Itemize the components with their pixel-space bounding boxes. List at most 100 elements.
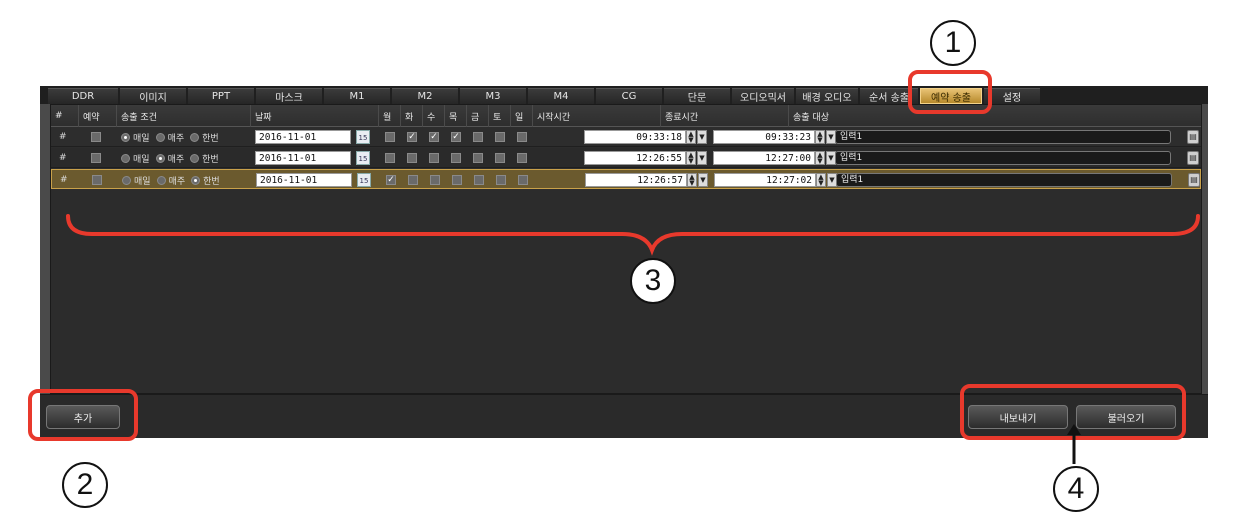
condition-radio-1[interactable] bbox=[155, 132, 165, 142]
start-time-field[interactable]: 12:26:57 bbox=[585, 173, 687, 187]
day-checkbox[interactable] bbox=[517, 127, 527, 147]
reserve-checkbox[interactable] bbox=[92, 170, 102, 190]
calendar-icon[interactable]: 15 bbox=[356, 151, 370, 165]
time-spinner-icon[interactable]: ▲ ▼ bbox=[687, 173, 697, 187]
table-row[interactable]: # 매일 매주 한번 2016-11-01 15 12:26:55 ▲ ▼ ▼ 12:2… bbox=[51, 148, 1201, 168]
date-field[interactable]: 2016-11-01 bbox=[256, 173, 352, 187]
target-field[interactable]: 입력1 bbox=[835, 130, 1171, 144]
end-time-field[interactable]: 12:27:02 bbox=[714, 173, 816, 187]
col-end-time[interactable]: 종료시간 bbox=[661, 105, 789, 127]
chevron-down-icon[interactable]: ▼ bbox=[697, 130, 707, 144]
day-checkbox[interactable] bbox=[407, 148, 417, 168]
day-checkbox[interactable] bbox=[518, 170, 528, 190]
day-checkbox[interactable] bbox=[496, 170, 506, 190]
target-field[interactable]: 입력1 bbox=[836, 173, 1172, 187]
tab-7[interactable]: M4 bbox=[528, 88, 594, 104]
tab-8[interactable]: CG bbox=[596, 88, 662, 104]
list-icon[interactable]: ▤ bbox=[1187, 130, 1199, 144]
day-checkbox[interactable] bbox=[452, 170, 462, 190]
condition-radio-2[interactable] bbox=[190, 132, 200, 142]
day-checkbox[interactable] bbox=[429, 148, 439, 168]
list-icon[interactable]: ▤ bbox=[1188, 173, 1200, 187]
tab-9[interactable]: 단문 bbox=[664, 88, 730, 104]
col-sat[interactable]: 토 bbox=[489, 105, 511, 127]
tab-0[interactable]: DDR bbox=[48, 88, 118, 104]
tab-4[interactable]: M1 bbox=[324, 88, 390, 104]
condition-radio-2[interactable] bbox=[190, 153, 200, 163]
condition-radio-0[interactable] bbox=[121, 153, 130, 163]
target-picker[interactable]: ▤ bbox=[1187, 148, 1199, 168]
table-row[interactable]: # 매일 매주 한번 2016-11-01 15 ✓ ✓ ✓ 09:33:18 ▲ ▼ ▼ … bbox=[51, 127, 1201, 147]
tab-5[interactable]: M2 bbox=[392, 88, 458, 104]
condition-radio-0[interactable] bbox=[121, 132, 130, 142]
col-fri[interactable]: 금 bbox=[467, 105, 489, 127]
tab-6[interactable]: M3 bbox=[460, 88, 526, 104]
time-spinner-icon[interactable]: ▲ ▼ bbox=[686, 151, 696, 165]
day-checkbox[interactable] bbox=[385, 127, 395, 147]
col-mon[interactable]: 월 bbox=[379, 105, 401, 127]
arrow-up-icon bbox=[1067, 424, 1081, 464]
day-checkbox[interactable] bbox=[517, 148, 527, 168]
day-checkbox[interactable] bbox=[474, 170, 484, 190]
reserve-checkbox[interactable] bbox=[91, 148, 101, 168]
day-checkbox[interactable] bbox=[473, 148, 483, 168]
tab-2[interactable]: PPT bbox=[188, 88, 254, 104]
day-checkbox[interactable] bbox=[430, 170, 440, 190]
date-field[interactable]: 2016-11-01 bbox=[255, 151, 351, 165]
reserve-checkbox[interactable] bbox=[91, 127, 101, 147]
target-field[interactable]: 입력1 bbox=[835, 151, 1171, 165]
col-num[interactable]: # bbox=[51, 105, 79, 127]
target-cell: 입력1 bbox=[835, 148, 1171, 168]
col-target[interactable]: 송출 대상 bbox=[789, 105, 1203, 127]
date-cell: 2016-11-01 15 bbox=[256, 170, 371, 190]
time-spinner-icon[interactable]: ▲ ▼ bbox=[816, 173, 826, 187]
end-time-field[interactable]: 12:27:00 bbox=[713, 151, 815, 165]
condition-radio-1[interactable] bbox=[156, 175, 166, 185]
col-start-time[interactable]: 시작시간 bbox=[533, 105, 661, 127]
calendar-icon[interactable]: 15 bbox=[357, 173, 371, 187]
tab-1[interactable]: 이미지 bbox=[120, 88, 186, 104]
date-field[interactable]: 2016-11-01 bbox=[255, 130, 351, 144]
day-checkbox[interactable] bbox=[385, 148, 395, 168]
col-thu[interactable]: 목 bbox=[445, 105, 467, 127]
col-tue[interactable]: 화 bbox=[401, 105, 423, 127]
condition-radio-2[interactable] bbox=[191, 175, 201, 185]
start-time-field[interactable]: 09:33:18 bbox=[584, 130, 686, 144]
target-picker[interactable]: ▤ bbox=[1187, 127, 1199, 147]
calendar-icon[interactable]: 15 bbox=[356, 130, 370, 144]
day-checkbox[interactable] bbox=[451, 148, 461, 168]
tab-3[interactable]: 마스크 bbox=[256, 88, 322, 104]
date-cell: 2016-11-01 15 bbox=[255, 148, 370, 168]
day-checkbox[interactable]: ✓ bbox=[429, 127, 439, 147]
day-checkbox[interactable]: ✓ bbox=[407, 127, 417, 147]
day-checkbox[interactable]: ✓ bbox=[386, 170, 396, 190]
col-reserve[interactable]: 예약 bbox=[79, 105, 117, 127]
tab-10[interactable]: 오디오믹서 bbox=[732, 88, 794, 104]
day-checkbox[interactable] bbox=[495, 127, 505, 147]
condition-radio-1[interactable] bbox=[155, 153, 165, 163]
tab-11[interactable]: 배경 오디오 bbox=[796, 88, 858, 104]
day-checkbox[interactable] bbox=[408, 170, 418, 190]
time-spinner-icon[interactable]: ▲ ▼ bbox=[815, 151, 825, 165]
end-time-field[interactable]: 09:33:23 bbox=[713, 130, 815, 144]
time-spinner-icon[interactable]: ▲ ▼ bbox=[815, 130, 825, 144]
target-picker[interactable]: ▤ bbox=[1188, 170, 1200, 190]
chevron-down-icon[interactable]: ▼ bbox=[698, 173, 708, 187]
day-checkbox[interactable]: ✓ bbox=[451, 127, 461, 147]
condition-radio-label: 매일 bbox=[133, 133, 150, 144]
chevron-down-icon[interactable]: ▼ bbox=[697, 151, 707, 165]
condition-radio-label: 매일 bbox=[134, 176, 151, 187]
condition-radio-0[interactable] bbox=[122, 175, 131, 185]
day-checkbox[interactable] bbox=[473, 127, 483, 147]
col-date[interactable]: 날짜 bbox=[251, 105, 379, 127]
list-icon[interactable]: ▤ bbox=[1187, 151, 1199, 165]
col-sun[interactable]: 일 bbox=[511, 105, 533, 127]
table-row[interactable]: # 매일 매주 한번 2016-11-01 15 ✓ 12:26:57 ▲ ▼ ▼ 12… bbox=[51, 169, 1201, 189]
day-checkbox[interactable] bbox=[495, 148, 505, 168]
tab-14[interactable]: 설정 bbox=[984, 88, 1040, 104]
col-wed[interactable]: 수 bbox=[423, 105, 445, 127]
col-condition[interactable]: 송출 조건 bbox=[117, 105, 251, 127]
time-spinner-icon[interactable]: ▲ ▼ bbox=[686, 130, 696, 144]
condition-radio-group: 매일 매주 한번 bbox=[122, 170, 226, 190]
start-time-field[interactable]: 12:26:55 bbox=[584, 151, 686, 165]
